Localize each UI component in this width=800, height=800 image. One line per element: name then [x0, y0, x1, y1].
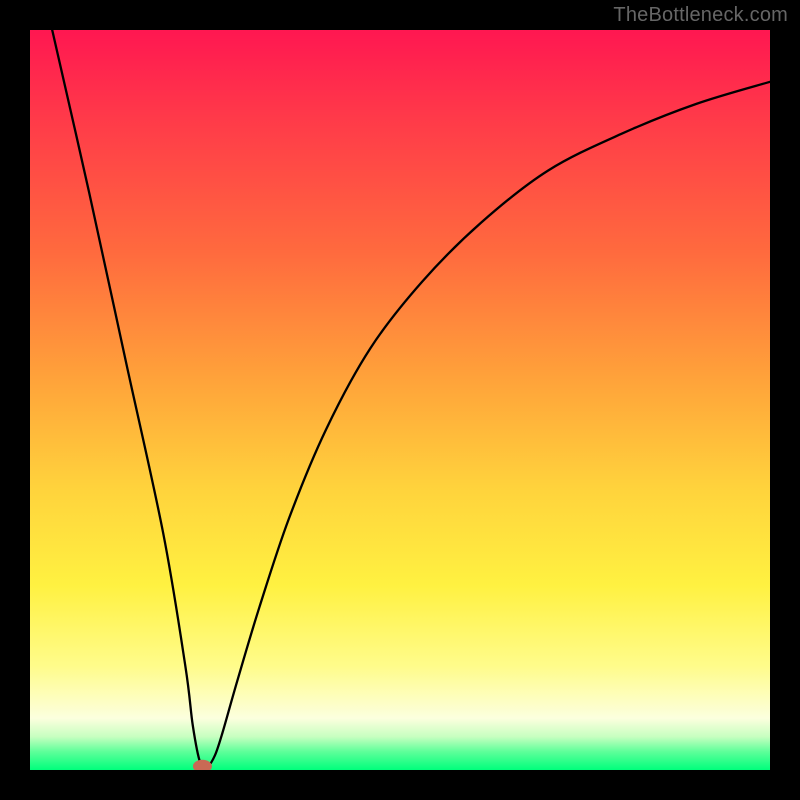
bottleneck-curve — [52, 30, 770, 767]
plot-area — [30, 30, 770, 770]
curve-layer — [30, 30, 770, 770]
chart-frame: TheBottleneck.com — [0, 0, 800, 800]
watermark-text: TheBottleneck.com — [613, 4, 788, 27]
optimum-marker — [193, 760, 211, 770]
